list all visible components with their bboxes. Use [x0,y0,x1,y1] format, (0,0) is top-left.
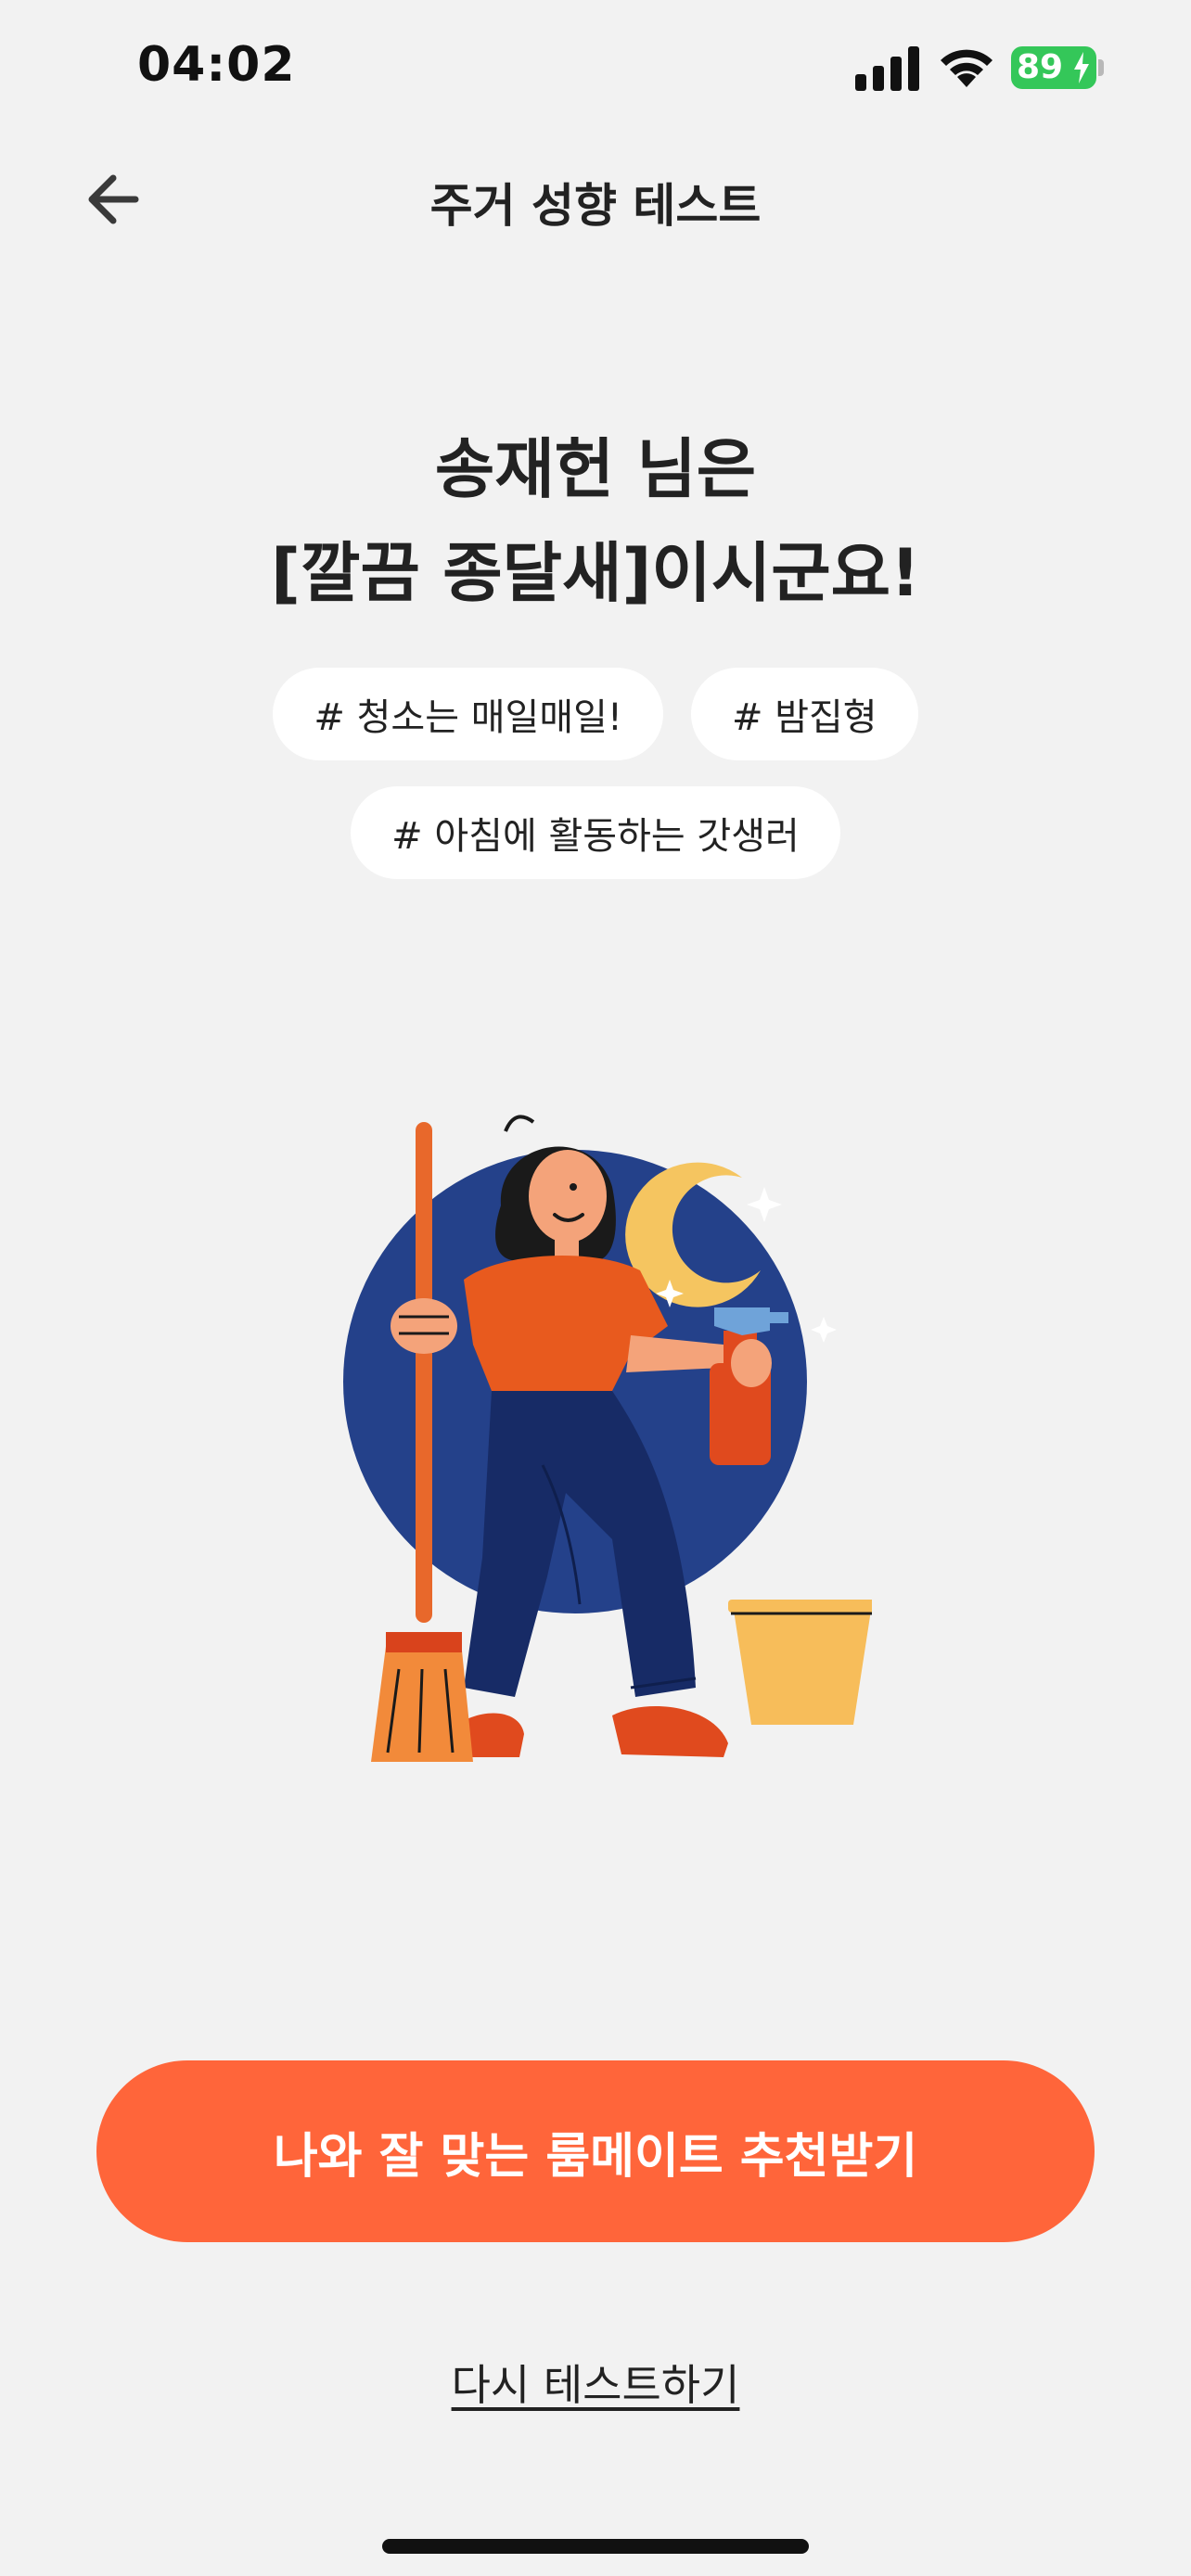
battery-indicator: 89 [1011,46,1096,89]
battery-cap [1098,59,1104,76]
retry-test-link[interactable]: 다시 테스트하기 [0,2352,1191,2413]
status-bar: 04:02 89 [0,0,1191,139]
tags-row: # 청소는 매일매일! # 밤집형 [0,668,1191,760]
page-title: 주거 성향 테스트 [429,179,762,233]
recommend-roommate-button[interactable]: 나와 잘 맞는 룸메이트 추천받기 [96,2060,1095,2242]
signal-icon [855,46,919,91]
home-indicator [382,2539,809,2554]
tag-chip: # 아침에 활동하는 갓생러 [351,786,840,879]
battery-level: 89 [1017,48,1064,86]
tag-chip: # 밤집형 [690,668,918,760]
wifi-icon [941,49,992,87]
tag-chip: # 청소는 매일매일! [273,668,663,760]
result-title-line2: [깔끔 종달새]이시군요! [271,535,920,611]
result-title-line1: 송재헌 님은 [434,431,757,507]
battery-charging-icon [1074,52,1089,83]
result-title: 송재헌 님은 [깔끔 종달새]이시군요! [0,417,1191,625]
cleaning-woman-illustration [343,1115,872,1762]
status-time: 04:02 [137,37,296,93]
tags-row: # 아침에 활동하는 갓생러 [0,786,1191,879]
